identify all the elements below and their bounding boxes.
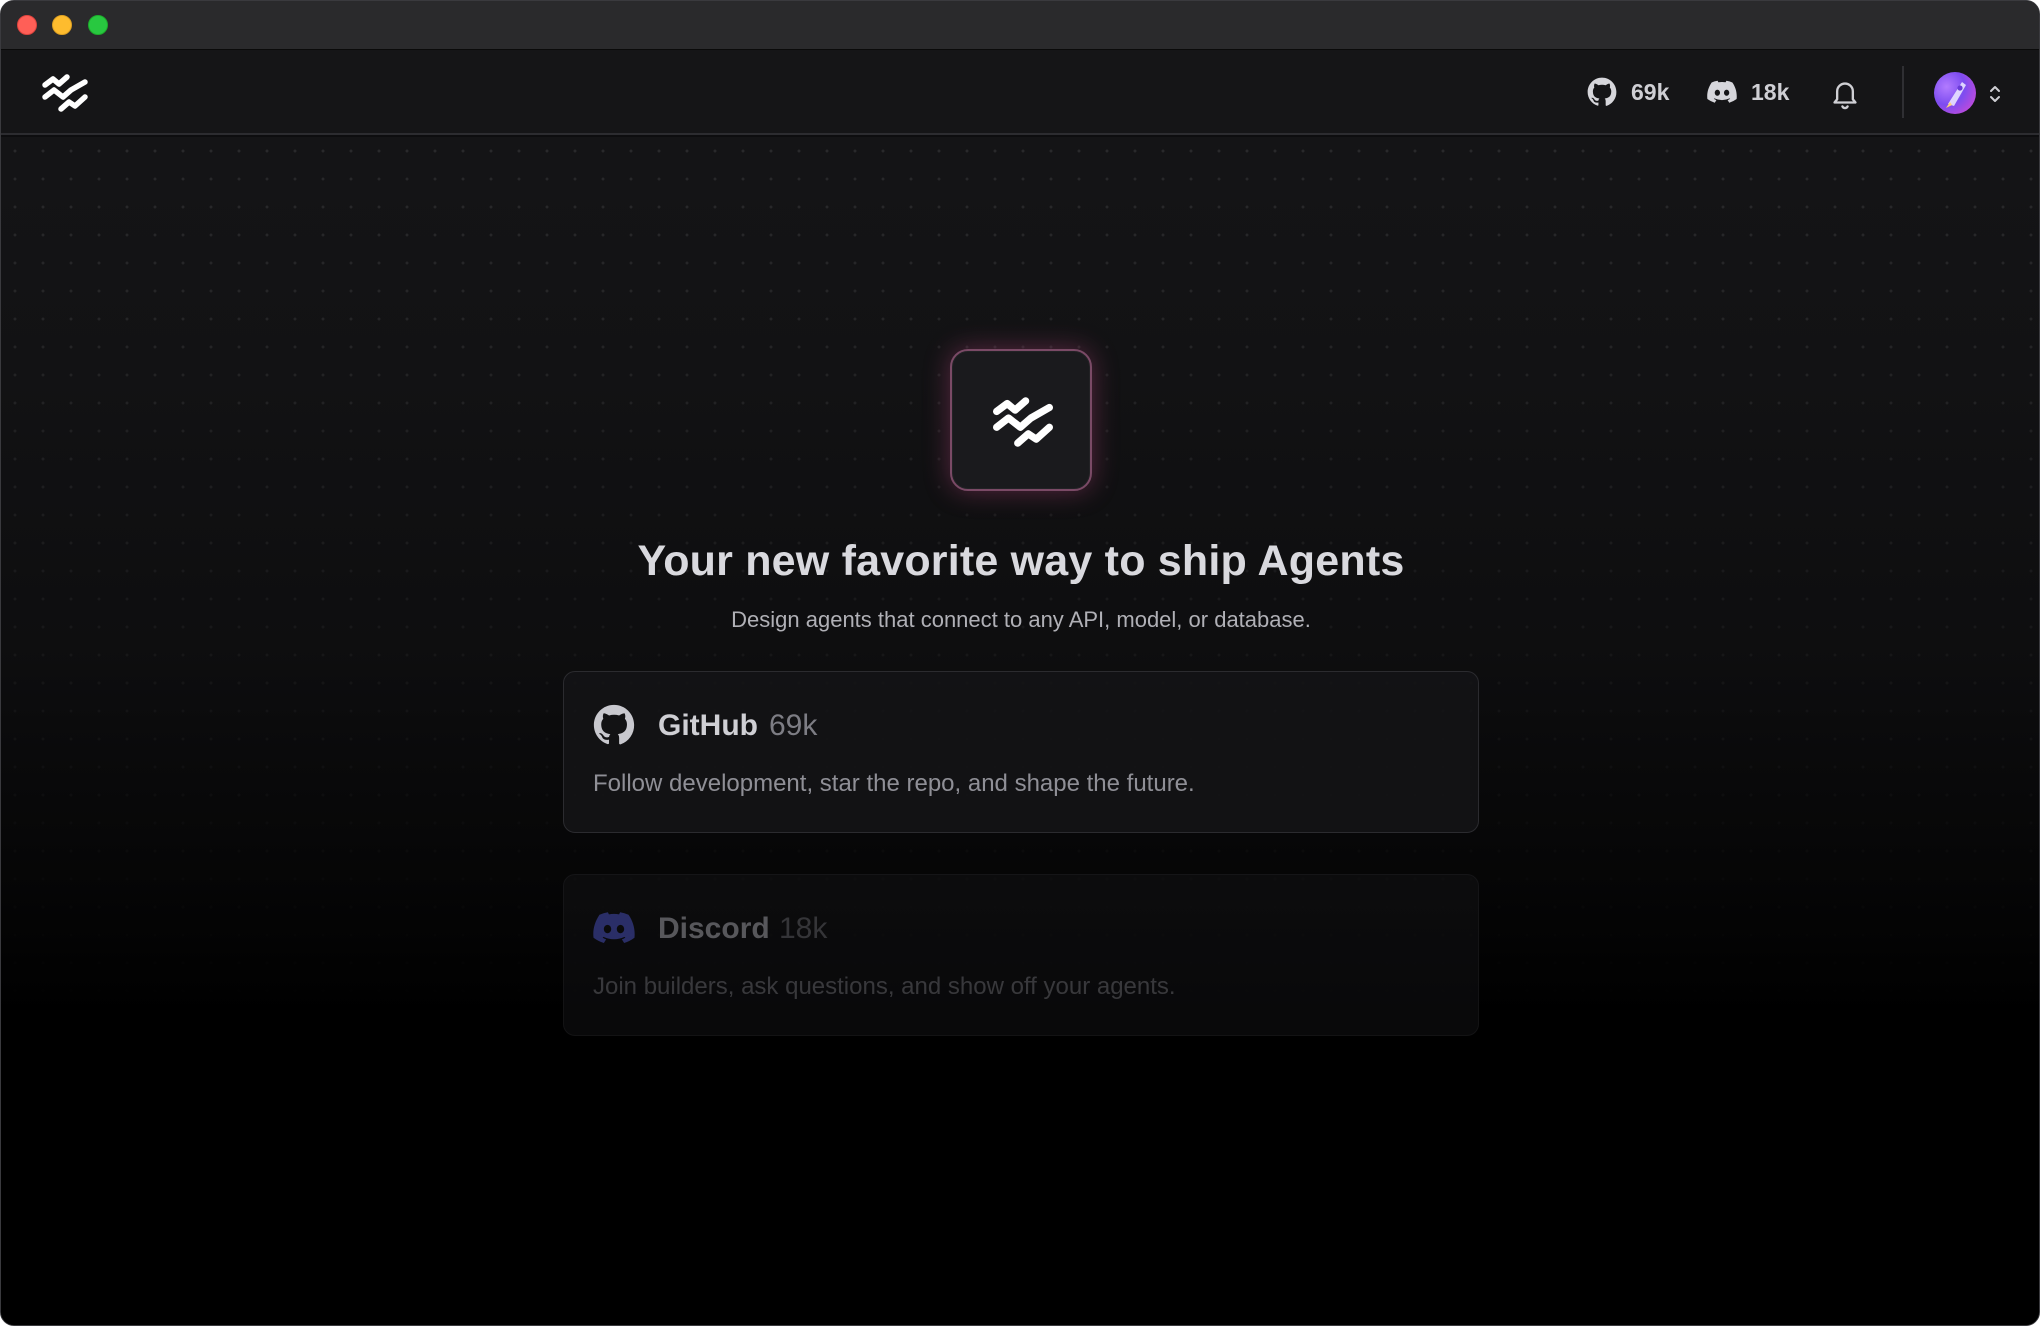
window-minimize-button[interactable] [52,15,72,35]
empty-state-canvas: Your new favorite way to ship Agents Des… [1,137,2039,1325]
discord-icon [1707,80,1737,103]
github-stars-link[interactable]: 69k [1587,72,1669,112]
window-titlebar [1,1,2039,50]
hero-subtitle: Design agents that connect to any API, m… [731,607,1311,632]
discord-card-title: Discord [658,912,770,945]
langflow-logo-icon[interactable] [41,71,89,115]
hero-title: Your new favorite way to ship Agents [637,537,1405,585]
discord-card-description: Join builders, ask questions, and show o… [593,973,1176,1000]
app-header: 69k 18k [1,50,2039,135]
discord-card-count: 18k [779,912,828,945]
github-icon [1587,77,1617,106]
langflow-logo-icon [993,397,1053,447]
window-close-button[interactable] [17,15,37,35]
github-card-count: 69k [769,709,818,742]
header-divider [1902,66,1904,118]
discord-icon [593,912,635,944]
app-window: 69k 18k Your new favorite way to ship Ag… [0,0,2040,1326]
window-maximize-button[interactable] [88,15,108,35]
github-card-description: Follow development, star the repo, and s… [593,770,1195,797]
discord-members-link[interactable]: 18k [1707,72,1789,112]
user-avatar[interactable] [1934,72,1976,114]
discord-card[interactable]: Discord 18k Join builders, ask questions… [563,874,1479,1036]
rocket-avatar-icon [1946,82,1966,108]
github-card-title: GitHub [658,709,758,742]
github-stars-count: 69k [1631,78,1670,105]
github-card[interactable]: GitHub 69k Follow development, star the … [563,671,1479,833]
chevron-up-down-icon[interactable] [1987,82,2003,106]
discord-members-count: 18k [1751,78,1790,105]
hero-logo-tile [950,349,1092,491]
bell-icon[interactable] [1829,77,1861,111]
github-icon [593,704,635,745]
